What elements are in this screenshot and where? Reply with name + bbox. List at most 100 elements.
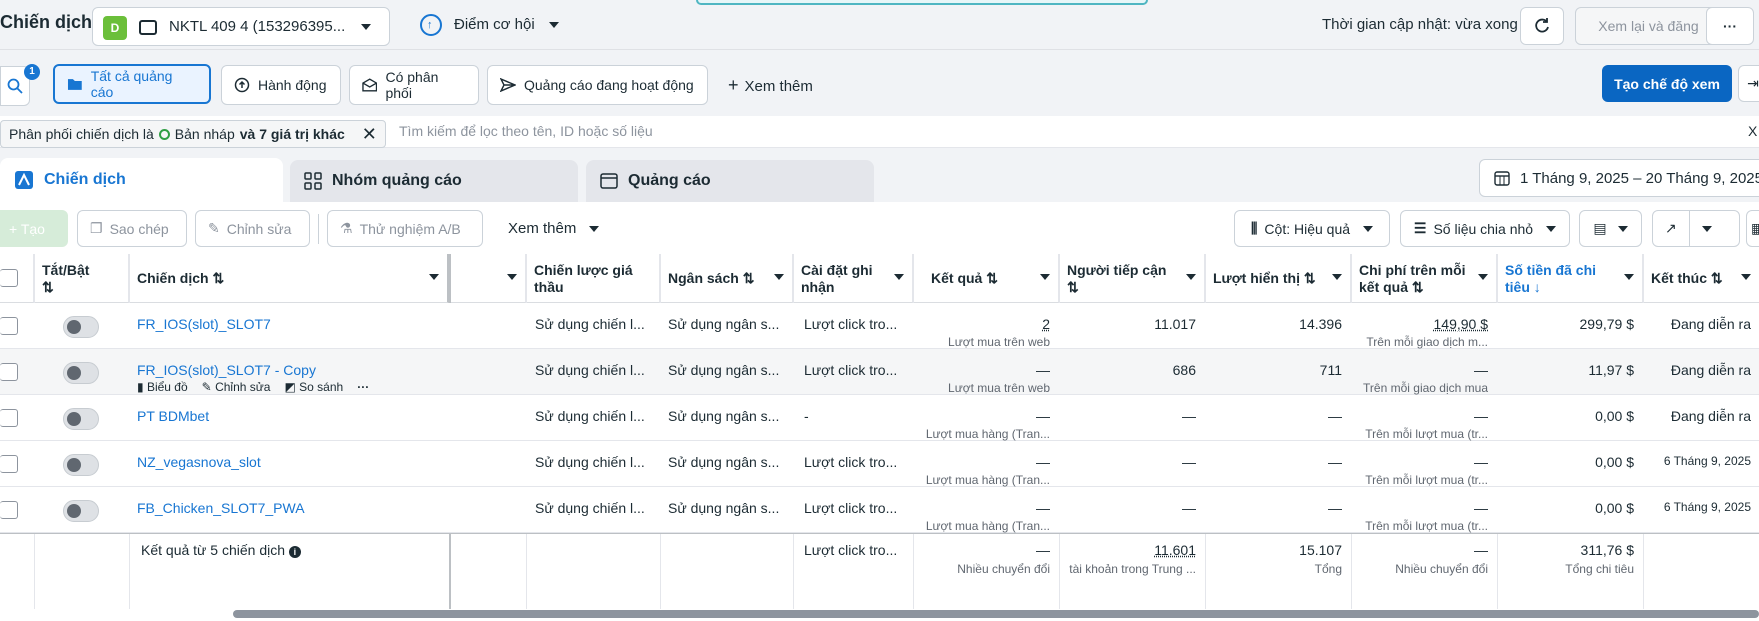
campaign-name-link[interactable]: PT BDMbet <box>137 408 437 424</box>
ab-test-label: Thử nghiệm A/B <box>359 220 461 237</box>
columns-button[interactable]: ⫼ Cột: Hiệu quả <box>1234 210 1390 247</box>
select-all-checkbox[interactable] <box>0 269 18 287</box>
column-header-budget[interactable]: Ngân sách ⇅ <box>660 254 793 303</box>
more-options-button[interactable]: ··· <box>1706 7 1754 45</box>
export-button[interactable]: ↗ <box>1652 210 1740 247</box>
compare-link[interactable]: ◩ So sánh <box>284 380 343 394</box>
info-icon: i <box>288 546 301 558</box>
has-delivery-filter[interactable]: Có phân phối <box>349 65 479 105</box>
row-checkbox[interactable] <box>0 455 18 473</box>
tab-ads[interactable]: Quảng cáo <box>586 160 874 202</box>
toolbar-more-label: Xem thêm <box>508 220 577 237</box>
toolbar-more-button[interactable]: Xem thêm <box>508 220 599 237</box>
bar-chart-icon: ▮ <box>137 380 144 394</box>
opportunity-score-button[interactable]: Điểm cơ hội <box>454 16 559 33</box>
delivery-filter-chip[interactable]: Phân phối chiến dịch là Bản nháp và 7 gi… <box>0 120 386 148</box>
has-delivery-label: Có phân phối <box>385 69 439 101</box>
row-checkbox[interactable] <box>0 317 18 335</box>
budget-cell: Sử dụng ngân s... <box>668 362 780 378</box>
column-header-reach[interactable]: Người tiếp cận ⇅ <box>1059 254 1205 303</box>
date-range-picker[interactable]: 1 Tháng 9, 2025 – 20 Tháng 9, 2025 <box>1479 159 1759 197</box>
see-more-filters[interactable]: + Xem thêm <box>728 75 813 96</box>
reach-cell: 11.017 <box>1154 316 1196 332</box>
campaign-name-link[interactable]: FR_IOS(slot)_SLOT7 - Copy <box>137 362 437 378</box>
column-reach-label: Người tiếp cận <box>1067 262 1167 278</box>
review-publish-button[interactable]: Xem lại và đăng <box>1575 7 1722 45</box>
column-impressions-label: Lượt hiển thị <box>1213 270 1300 286</box>
chart-toggle-button[interactable]: ▦ <box>1746 210 1759 247</box>
results-cell: — <box>1036 500 1050 516</box>
column-header-cost-per-result[interactable]: Chi phí trên mỗi kết quả ⇅ <box>1351 254 1497 303</box>
results-sub: Lượt mua trên web <box>948 335 1050 349</box>
tab-adsets[interactable]: Nhóm quảng cáo <box>290 160 578 202</box>
campaign-toggle[interactable] <box>63 454 99 476</box>
clear-filter-button[interactable]: X <box>1748 123 1757 139</box>
campaign-name-link[interactable]: FB_Chicken_SLOT7_PWA <box>137 500 437 516</box>
cost-per-result-cell: 149,90 $ <box>1433 316 1489 332</box>
page-title: Chiến dịch <box>0 12 93 32</box>
column-header-bid-strategy[interactable]: Chiến lược giá thầu <box>526 254 660 303</box>
campaign-toggle[interactable] <box>63 316 99 338</box>
column-header-campaign[interactable]: Chiến dịch ⇅ <box>129 254 449 303</box>
export-view-button[interactable]: ⇥ <box>1738 65 1759 102</box>
horizontal-scrollbar[interactable] <box>233 610 1759 618</box>
campaign-name-link[interactable]: FR_IOS(slot)_SLOT7 <box>137 316 437 332</box>
folder-icon <box>67 79 82 90</box>
breakdown-icon: ☰ <box>1413 220 1427 236</box>
update-time: Thời gian cập nhật: vừa xong <box>1322 16 1518 33</box>
campaign-toggle[interactable] <box>63 362 99 384</box>
chevron-down-icon <box>1617 225 1628 232</box>
chevron-down-icon <box>774 274 784 280</box>
edit-button[interactable]: ✎ Chỉnh sửa <box>195 210 310 247</box>
tab-adsets-label: Nhóm quảng cáo <box>332 172 462 189</box>
column-header-toggle[interactable]: Tắt/Bật ⇅ <box>34 254 129 303</box>
column-results-label: Kết quả <box>931 270 983 286</box>
search-input[interactable]: Tìm kiếm để lọc theo tên, ID hoặc số liệ… <box>399 123 653 139</box>
chevron-down-icon <box>894 274 904 280</box>
account-selector[interactable]: D NKTL 409 4 (153296395... <box>92 7 390 46</box>
sort-icon: ⇅ <box>212 270 225 286</box>
column-header-results[interactable]: Kết quả ⇅ <box>913 254 1059 303</box>
chip-more: và 7 giá trị khác <box>239 126 345 142</box>
campaign-name-link[interactable]: NZ_vegasnova_slot <box>137 454 437 470</box>
row-checkbox[interactable] <box>0 409 18 427</box>
column-header-attribution[interactable]: Cài đặt ghi nhận <box>793 254 913 303</box>
chart-link[interactable]: ▮ Biểu đồ <box>137 380 188 394</box>
actions-filter[interactable]: Hành động <box>221 65 341 105</box>
reach-cell: — <box>1182 454 1196 470</box>
edit-link[interactable]: ✎ Chỉnh sửa <box>202 380 271 394</box>
close-icon[interactable]: ✕ <box>362 124 377 145</box>
opportunity-icon: ↑ <box>420 14 442 36</box>
budget-cell: Sử dụng ngân s... <box>668 316 780 332</box>
envelope-icon <box>362 78 378 92</box>
cost-per-result-cell: — <box>1474 500 1488 516</box>
active-ads-filter[interactable]: Quảng cáo đang hoạt động <box>487 65 708 105</box>
breakdown-button[interactable]: ☰ Số liệu chia nhỏ <box>1400 210 1570 247</box>
create-view-button[interactable]: Tạo chế độ xem <box>1602 65 1732 102</box>
chevron-down-icon <box>1332 274 1342 280</box>
ends-cell: 6 Tháng 9, 2025 <box>1663 454 1751 468</box>
column-header-impressions[interactable]: Lượt hiển thị ⇅ <box>1205 254 1351 303</box>
row-checkbox[interactable] <box>0 363 18 381</box>
tab-campaigns[interactable]: Chiến dịch <box>0 158 283 202</box>
sort-desc-icon: ↓ <box>1533 279 1541 295</box>
column-toggle-label: Tắt/Bật <box>42 262 90 278</box>
all-ads-filter[interactable]: Tất cả quảng cáo <box>53 64 211 104</box>
campaign-toggle[interactable] <box>63 500 99 522</box>
attribution-cell: Lượt click tro... <box>804 454 898 470</box>
create-button[interactable]: + Tạo <box>0 210 68 247</box>
column-header-hidden[interactable] <box>451 254 526 303</box>
row-checkbox[interactable] <box>0 501 18 519</box>
refresh-button[interactable] <box>1520 7 1564 45</box>
campaign-toggle[interactable] <box>63 408 99 430</box>
amount-spent-cell: 299,79 $ <box>1579 316 1635 332</box>
column-header-ends[interactable]: Kết thúc ⇅ <box>1643 254 1759 303</box>
attribution-cell: Lượt click tro... <box>804 362 898 378</box>
arrow-right-icon: ⇥ <box>1747 75 1759 91</box>
more-icon[interactable]: ··· <box>357 380 369 394</box>
copy-button[interactable]: ❐ Sao chép <box>77 210 187 247</box>
column-header-amount-spent[interactable]: Số tiền đã chi tiêu ↓ <box>1497 254 1643 303</box>
ab-test-button[interactable]: ⚗ Thử nghiệm A/B <box>327 210 483 247</box>
results-cell: 2 <box>1042 316 1050 332</box>
reports-button[interactable]: ▤ <box>1579 210 1642 247</box>
